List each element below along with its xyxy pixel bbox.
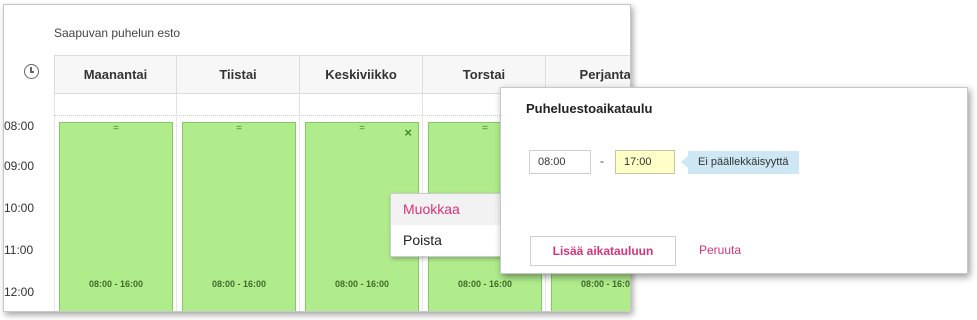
cancel-link[interactable]: Peruuta <box>699 243 741 257</box>
event-time-range: 08:00 - 16:00 <box>580 279 631 289</box>
drag-handle-icon[interactable]: = <box>306 124 418 134</box>
day-header-tuesday: Tiistai <box>177 56 300 93</box>
day-header-wednesday: Keskiviikko <box>300 56 423 93</box>
hour-label: 08:00 <box>4 119 35 133</box>
overlap-status-tooltip: Ei päällekkäisyyttä <box>681 151 799 174</box>
menu-item-edit[interactable]: Muokkaa <box>391 194 504 225</box>
schedule-event-monday[interactable]: = 08:00 - 16:00 <box>59 122 173 311</box>
schedule-dialog: Puheluestoaikataulu 08:00 - 17:00 Ei pää… <box>500 87 968 274</box>
hour-label: 11:00 <box>4 243 34 257</box>
hour-label: 10:00 <box>4 201 35 215</box>
event-time-range: 08:00 - 16:00 <box>457 279 513 289</box>
event-time-range: 08:00 - 16:00 <box>88 279 144 289</box>
calendar-title: Saapuvan puhelun esto <box>54 26 181 40</box>
drag-handle-icon[interactable]: = <box>183 124 295 134</box>
close-icon[interactable]: × <box>404 126 412 139</box>
add-to-schedule-button[interactable]: Lisää aikatauluun <box>530 236 676 266</box>
dialog-title: Puheluestoaikataulu <box>526 101 653 116</box>
drag-handle-icon[interactable]: = <box>60 124 172 134</box>
start-time-input[interactable]: 08:00 <box>529 150 591 174</box>
day-header-monday: Maanantai <box>54 56 177 93</box>
clock-icon <box>24 64 39 79</box>
context-menu: Muokkaa Poista <box>390 193 505 257</box>
schedule-event-tuesday[interactable]: = 08:00 - 16:00 <box>182 122 296 311</box>
end-time-input[interactable]: 17:00 <box>615 150 675 174</box>
hour-label: 12:00 <box>4 285 35 299</box>
event-time-range: 08:00 - 16:00 <box>211 279 267 289</box>
time-separator: - <box>600 154 604 168</box>
hour-label: 09:00 <box>4 159 35 173</box>
event-time-range: 08:00 - 16:00 <box>334 279 390 289</box>
menu-item-delete[interactable]: Poista <box>391 225 504 256</box>
